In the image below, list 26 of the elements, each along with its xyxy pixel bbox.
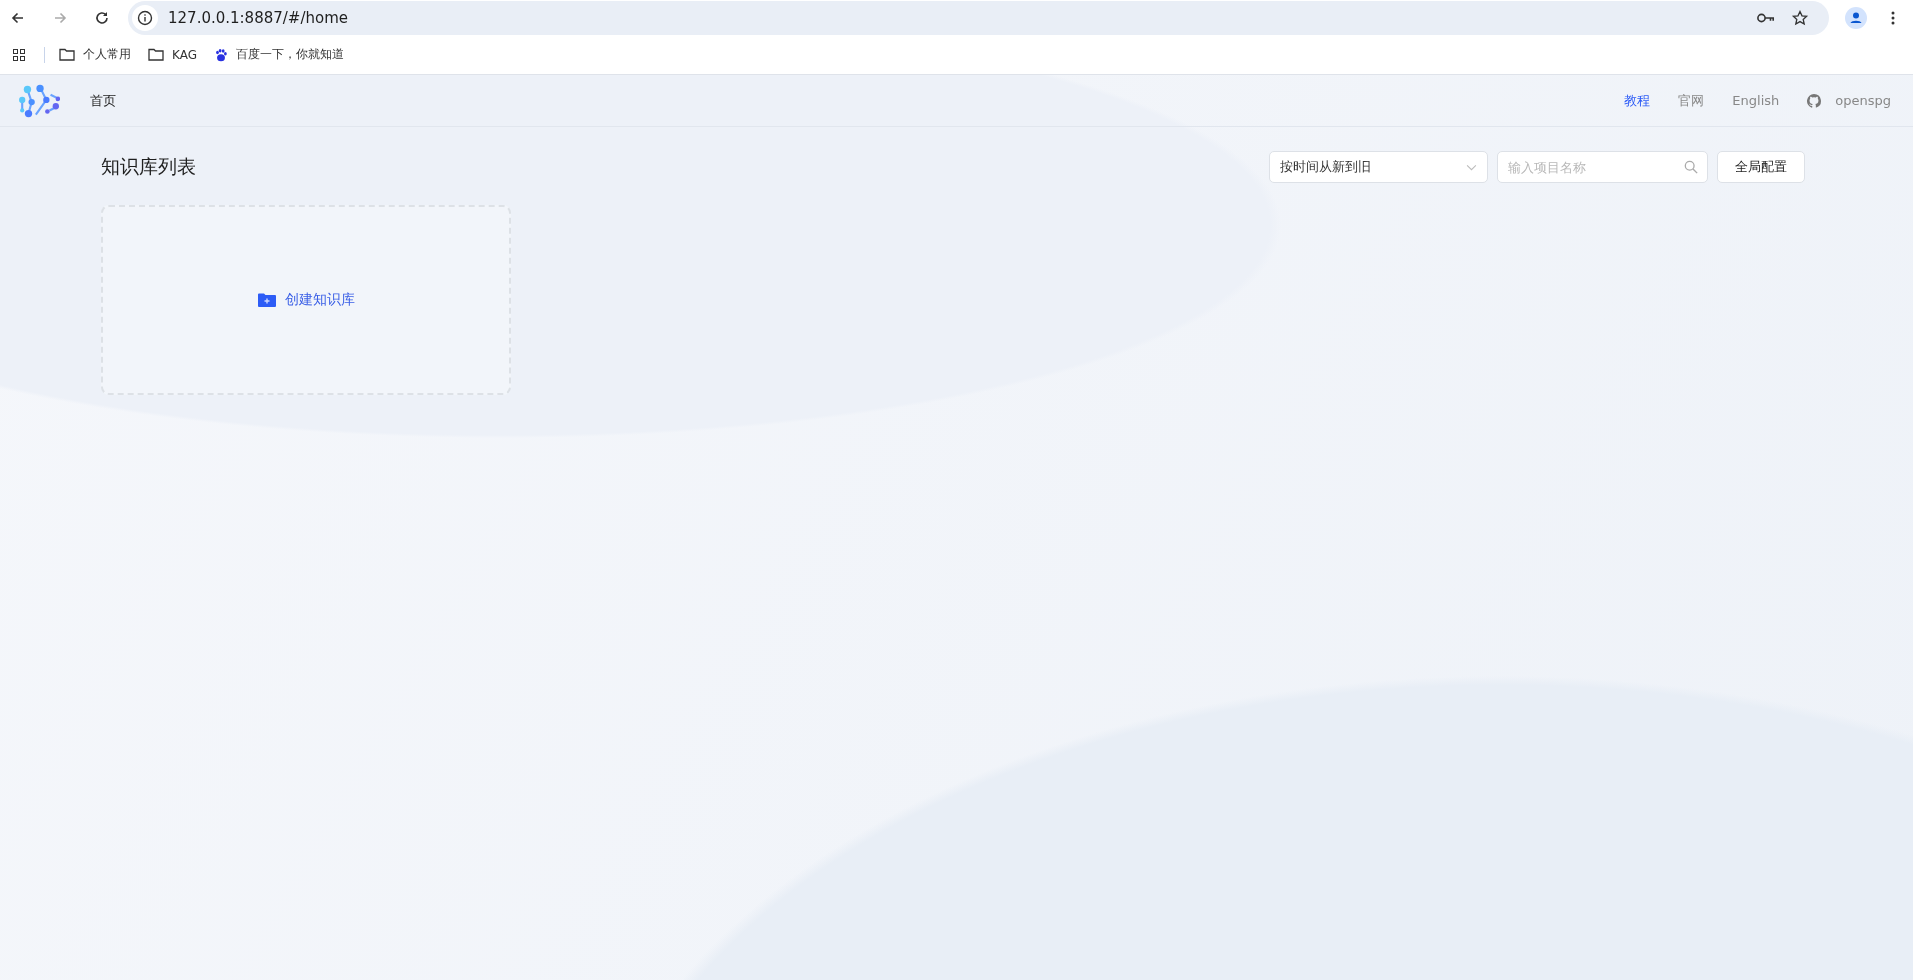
info-icon[interactable] [132, 4, 158, 31]
sort-select[interactable]: 按时间从新到旧 [1269, 151, 1488, 183]
paw-icon [213, 47, 228, 62]
create-card[interactable]: 创建知识库 [101, 205, 511, 395]
search-field[interactable]: 输入项目名称 [1497, 151, 1708, 183]
star-icon[interactable] [1791, 9, 1809, 26]
address-bar[interactable]: 127.0.0.1:8887/#/home [128, 0, 1829, 35]
github-icon[interactable] [1807, 93, 1822, 108]
header-link[interactable]: 教程 [1624, 91, 1651, 110]
graph-logo-icon[interactable] [18, 83, 60, 118]
bookmark-item[interactable]: 个人常用 [59, 46, 131, 63]
chevron-down-icon [1466, 163, 1477, 171]
folder-icon [148, 48, 164, 61]
profile-avatar-icon[interactable] [1845, 6, 1867, 29]
bookmark-item[interactable]: KAG [148, 47, 197, 62]
reload-icon[interactable] [94, 9, 110, 26]
menu-icon[interactable] [1891, 9, 1895, 26]
page-title: 知识库列表 [101, 154, 196, 179]
bookmark-item[interactable]: 百度一下，你就知道 [213, 46, 344, 63]
url-text: 127.0.0.1:8887/#/home [168, 8, 348, 27]
global-config-button[interactable]: 全局配置 [1717, 151, 1805, 183]
folder-plus-icon [257, 293, 276, 307]
folder-icon [59, 48, 75, 61]
nav-link[interactable]: 首页 [90, 91, 116, 110]
create-label: 创建知识库 [284, 291, 355, 309]
apps-grid-icon[interactable] [13, 48, 25, 61]
